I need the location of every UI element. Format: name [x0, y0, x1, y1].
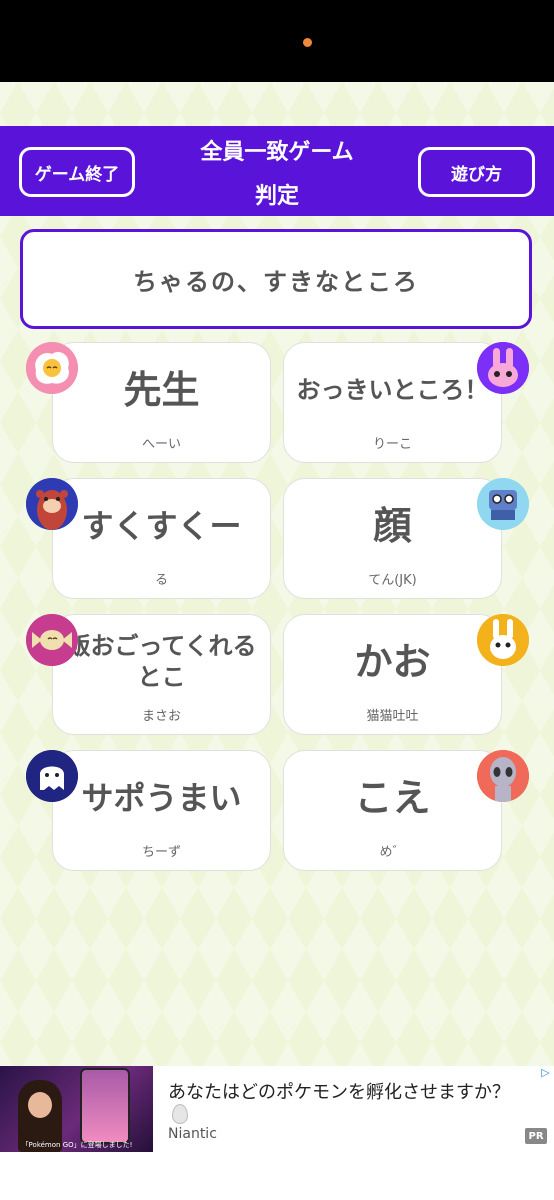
beaver-icon: [26, 478, 78, 530]
answer-card[interactable]: 先生 へーい: [52, 342, 271, 463]
ad-title[interactable]: あなたはどのポケモンを孵化させますか？: [168, 1078, 510, 1104]
ad-choices-icon[interactable]: ▷: [537, 1066, 554, 1083]
ad-pr-badge: PR: [525, 1128, 547, 1144]
fried-egg-icon: [26, 342, 78, 394]
alien-icon: [477, 750, 529, 802]
answer-text: サポうまい: [81, 778, 242, 817]
egg-icon: [172, 1104, 188, 1124]
player-name: りーこ: [372, 437, 412, 452]
player-name: ちーず: [141, 845, 181, 860]
topic-card: ちゃるの、すきなところ: [20, 229, 532, 329]
player-name: 猫猫吐吐: [366, 709, 419, 724]
pink-rabbit-icon: [477, 342, 529, 394]
robot-book-icon: [477, 478, 529, 530]
ad-brand[interactable]: Niantic: [168, 1126, 217, 1142]
answer-text: 飯おごってくれるとこ: [66, 632, 257, 691]
answer-card[interactable]: 顔 てん(JK): [283, 478, 502, 599]
player-name: てん(JK): [368, 573, 417, 588]
camera-indicator-icon: [303, 38, 312, 47]
app-header: ゲーム終了 全員一致ゲーム 判定 遊び方: [0, 126, 554, 216]
player-name: る: [154, 573, 168, 588]
answer-card[interactable]: かお 猫猫吐吐: [283, 614, 502, 735]
ad-thumbnail[interactable]: 「Pokémon GO」に登場しました!: [0, 1066, 153, 1152]
player-name: へーい: [141, 437, 181, 452]
answer-card[interactable]: サポうまい ちーず: [52, 750, 271, 871]
player-name: め゛: [379, 845, 406, 860]
answer-card[interactable]: 飯おごってくれるとこ まさお: [52, 614, 271, 735]
ghost-icon: [26, 750, 78, 802]
candy-icon: [26, 614, 78, 666]
ad-face-image: [28, 1092, 52, 1118]
answer-card[interactable]: おっきいところ！ りーこ: [283, 342, 502, 463]
page-title: 全員一致ゲーム: [200, 140, 354, 165]
answer-text: 顔: [373, 503, 412, 548]
white-rabbit-icon: [477, 614, 529, 666]
answer-text: こえ: [354, 775, 431, 820]
answer-text: かお: [354, 639, 431, 684]
bottom-bar: [0, 1152, 554, 1200]
answer-text: 先生: [123, 367, 200, 412]
page-subtitle: 判定: [254, 184, 299, 209]
end-game-button[interactable]: ゲーム終了: [19, 147, 135, 197]
ad-phone-image: [80, 1068, 130, 1144]
player-name: まさお: [141, 709, 181, 724]
answer-card[interactable]: すくすくー る: [52, 478, 271, 599]
answer-text: すくすくー: [81, 506, 242, 545]
status-bar: [0, 0, 554, 82]
ad-banner[interactable]: 「Pokémon GO」に登場しました! あなたはどのポケモンを孵化させますか？…: [0, 1066, 554, 1152]
answer-text: おっきいところ！: [296, 375, 489, 404]
ad-thumb-caption: 「Pokémon GO」に登場しました!: [21, 1141, 133, 1149]
how-to-play-button[interactable]: 遊び方: [418, 147, 535, 197]
answer-card[interactable]: こえ め゛: [283, 750, 502, 871]
